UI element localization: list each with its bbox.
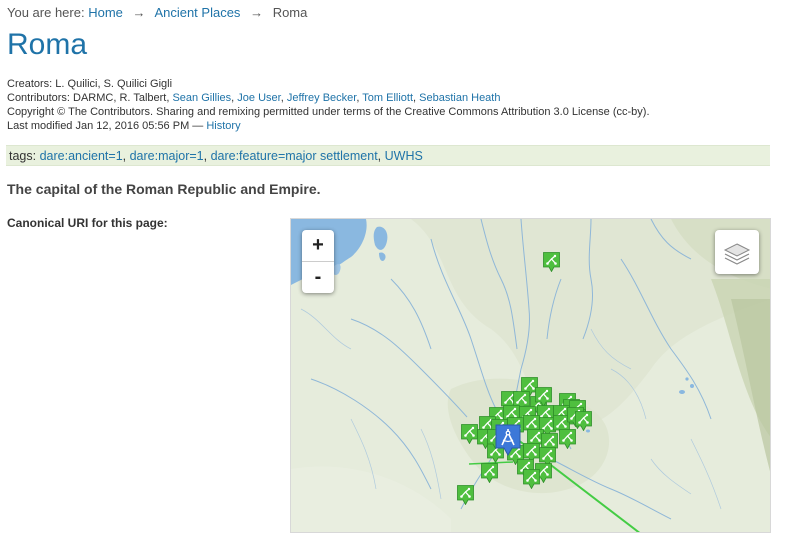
breadcrumb-prefix: You are here: [7,5,85,20]
contributor-link-jeffrey-becker[interactable]: Jeffrey Becker [287,92,357,104]
contributor-link-tom-elliott[interactable]: Tom Elliott [362,92,413,104]
settlement-marker-icon[interactable] [535,387,552,407]
copyright-line: Copyright © The Contributors. Sharing an… [7,106,650,118]
history-link[interactable]: History [206,120,240,132]
last-modified-line: Last modified Jan 12, 2016 05:56 PM — Hi… [7,119,650,133]
canonical-uri-label: Canonical URI for this page: [7,216,168,230]
breadcrumb-separator: → [132,5,146,20]
settlement-marker-icon[interactable] [457,485,474,505]
layers-icon [723,243,751,265]
settlement-marker-icon[interactable] [461,424,478,444]
contributor-link-joe-user[interactable]: Joe User [237,92,280,104]
settlement-marker-icon[interactable] [543,252,560,272]
breadcrumb: You are here: Home → Ancient Places → Ro… [7,5,307,20]
place-description: The capital of the Roman Republic and Em… [7,181,321,197]
zoom-in-button[interactable]: + [302,230,334,261]
creators-line: Creators: L. Quilici, S. Quilici Gigli [7,78,173,90]
layers-button[interactable] [715,230,759,274]
breadcrumb-separator: → [250,5,264,20]
contributor-link-sebastian-heath[interactable]: Sebastian Heath [419,92,500,104]
settlement-marker-icon[interactable] [575,411,592,431]
settlement-marker-icon[interactable] [523,469,540,489]
tag-link-dare-major[interactable]: dare:major=1 [130,149,204,163]
tag-link-dare-feature[interactable]: dare:feature=major settlement [211,149,378,163]
zoom-control: + - [302,230,334,293]
tags-bar: tags: dare:ancient=1, dare:major=1, dare… [6,145,770,166]
page-title: Roma [7,28,88,61]
breadcrumb-home-link[interactable]: Home [88,5,123,20]
last-modified-text: Last modified Jan 12, 2016 05:56 PM — [7,120,204,132]
contributors-prefix: Contributors: DARMC, R. Talbert, [7,92,170,104]
tag-link-dare-ancient[interactable]: dare:ancient=1 [40,149,123,163]
zoom-out-button[interactable]: - [302,261,334,293]
tags-label: tags: [9,149,37,163]
compass-marker-icon[interactable] [495,424,521,457]
settlement-marker-icon[interactable] [559,429,576,449]
breadcrumb-current: Roma [272,5,308,20]
breadcrumb-ancient-places-link[interactable]: Ancient Places [154,5,240,20]
metadata-block: Creators: L. Quilici, S. Quilici Gigli C… [7,77,650,133]
contributor-link-sean-gillies[interactable]: Sean Gillies [172,92,231,104]
settlement-marker-icon[interactable] [481,463,498,483]
contributors-line: Contributors: DARMC, R. Talbert, Sean Gi… [7,92,501,104]
tag-link-uwhs[interactable]: UWHS [385,149,423,163]
map-view[interactable]: + - [290,218,771,533]
